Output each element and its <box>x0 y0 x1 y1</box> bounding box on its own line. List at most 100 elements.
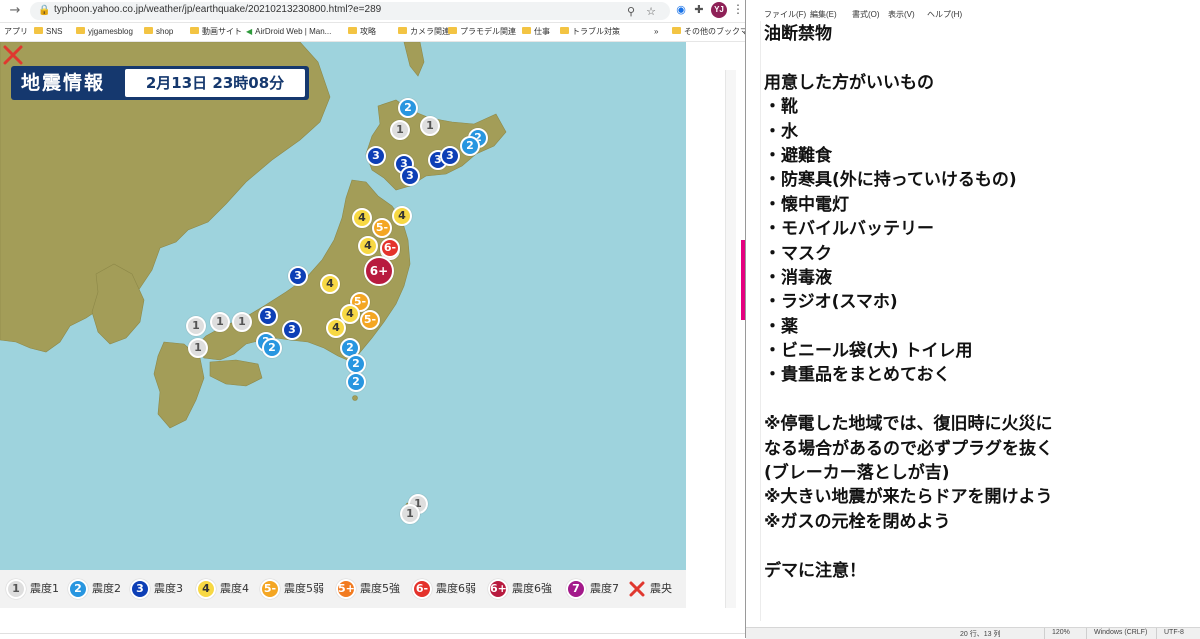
intensity-marker[interactable]: 3 <box>400 166 420 186</box>
bookmark-item[interactable]: プラモデル関連 <box>448 26 516 38</box>
intensity-marker[interactable]: 4 <box>352 208 372 228</box>
folder-icon <box>672 27 681 35</box>
intensity-marker[interactable]: 2 <box>346 372 366 392</box>
bookmark-item[interactable]: トラブル対策 <box>560 26 620 38</box>
intensity-marker[interactable]: 1 <box>186 316 206 336</box>
intensity-marker[interactable]: 4 <box>320 274 340 294</box>
lock-icon[interactable]: 🔒 <box>38 5 50 16</box>
notepad-menu-item[interactable]: 表示(V) <box>888 9 915 20</box>
notepad-titlebar <box>746 0 1200 7</box>
intensity-marker[interactable]: 5- <box>372 218 392 238</box>
notepad-line: ・懐中電灯 <box>764 194 849 215</box>
notepad-left-margin <box>746 21 761 621</box>
shikoku-land <box>209 359 263 387</box>
legend-label: 震度6弱 <box>436 582 476 595</box>
epicenter-legend-icon <box>629 581 645 597</box>
bookmark-item[interactable]: その他のブックマーク <box>672 26 745 38</box>
url-text: typhoon.yahoo.co.jp/weather/jp/earthquak… <box>54 4 382 15</box>
notepad-menu-item[interactable]: ヘルプ(H) <box>927 9 962 20</box>
bookmark-item[interactable]: 仕事 <box>522 26 550 38</box>
bookmark-item[interactable]: ◀ AirDroid Web | Man... <box>246 26 331 38</box>
legend-label: 震度5弱 <box>284 582 324 595</box>
notepad-line: ・靴 <box>764 97 798 118</box>
notepad-text-area[interactable]: 油断禁物 用意した方がいいもの ・靴 ・水 ・避難食 ・防寒具(外に持っていけるもの) ・懐… <box>764 22 1194 583</box>
zoom-icon[interactable]: ⚲ <box>624 5 638 19</box>
intensity-marker[interactable]: 6- <box>380 238 400 258</box>
bookmark-label: カメラ関連 <box>410 27 450 36</box>
intensity-marker[interactable]: 3 <box>282 320 302 340</box>
intensity-marker[interactable]: 2 <box>346 354 366 374</box>
bookmark-item[interactable]: 攻略 <box>348 26 376 38</box>
intensity-marker[interactable]: 5- <box>360 310 380 330</box>
status-separator <box>1086 628 1087 639</box>
notepad-line: ・水 <box>764 121 798 142</box>
menu-icon[interactable]: ⋮ <box>732 2 744 16</box>
more-bookmarks-icon[interactable]: » <box>654 26 658 38</box>
star-icon[interactable]: ☆ <box>644 5 658 19</box>
legend-badge: 2 <box>68 579 88 599</box>
bookmark-item[interactable]: SNS <box>34 26 62 38</box>
bookmark-label: プラモデル関連 <box>460 27 516 36</box>
map-title-date: 2月13日 23時08分 <box>125 69 305 97</box>
folder-icon <box>522 27 531 35</box>
intensity-marker[interactable]: 4 <box>326 318 346 338</box>
bookmark-label: SNS <box>46 27 63 36</box>
intensity-marker[interactable]: 1 <box>420 116 440 136</box>
intensity-marker[interactable]: 1 <box>232 312 252 332</box>
intensity-marker[interactable]: 1 <box>188 338 208 358</box>
page-below-map <box>0 608 745 638</box>
legend-label: 震度6強 <box>512 582 552 595</box>
bookmark-item[interactable]: カメラ関連 <box>398 26 450 38</box>
intensity-marker[interactable]: 4 <box>358 236 378 256</box>
legend-badge: 5- <box>260 579 280 599</box>
bookmark-item[interactable]: shop <box>144 26 173 38</box>
notepad-menu-item[interactable]: 編集(E) <box>810 9 837 20</box>
browser-window: → 🔒 typhoon.yahoo.co.jp/weather/jp/earth… <box>0 0 745 638</box>
notepad-line: ※停電した地域では、復旧時に火災に <box>764 414 1053 435</box>
bookmark-label: 仕事 <box>534 27 550 36</box>
folder-icon <box>348 27 357 35</box>
status-separator <box>1044 628 1045 639</box>
intensity-marker[interactable]: 2 <box>460 136 480 156</box>
legend-label: 震度1 <box>30 582 59 595</box>
notepad-menu-item[interactable]: ファイル(F) <box>764 9 806 20</box>
intensity-marker[interactable]: 2 <box>262 338 282 358</box>
intensity-marker[interactable]: 3 <box>258 306 278 326</box>
izu-island <box>352 395 358 401</box>
intensity-marker[interactable]: 1 <box>390 120 410 140</box>
intensity-marker[interactable]: 1 <box>210 312 230 332</box>
puzzle-icon[interactable]: ✚ <box>692 3 706 17</box>
notepad-line: (ブレーカー落としが吉) <box>764 463 950 484</box>
notepad-window: ファイル(F) 編集(E) 書式(O) 表示(V) ヘルプ(H) 油断禁物 用意した方がい… <box>745 0 1200 639</box>
back-button[interactable]: → <box>6 2 24 20</box>
earthquake-map[interactable]: 地震情報 2月13日 23時08分 2112333332445-45+6-6+3… <box>0 42 686 570</box>
line-ending: Windows (CRLF) <box>1094 629 1148 636</box>
intensity-marker[interactable]: 2 <box>398 98 418 118</box>
legend-label: 震央 <box>650 582 672 595</box>
intensity-marker[interactable]: 3 <box>288 266 308 286</box>
notepad-line: ・防寒具(外に持っていけるもの) <box>764 170 1017 191</box>
bookmarks-bar: アプリ SNS yjgamesblog shop 動画サイト ◀ AirDroid Web … <box>0 23 745 42</box>
folder-icon <box>34 27 43 35</box>
folder-icon <box>448 27 457 35</box>
profile-avatar[interactable]: YJ <box>711 2 727 18</box>
notepad-line: ・モバイルバッテリー <box>764 219 934 240</box>
notepad-line: ・ラジオ(スマホ) <box>764 292 898 313</box>
intensity-marker[interactable]: 3 <box>366 146 386 166</box>
intensity-marker[interactable]: 1 <box>400 504 420 524</box>
bookmark-item[interactable]: yjgamesblog <box>76 26 133 38</box>
extension-icon[interactable]: ◉ <box>674 3 688 17</box>
epicenter-icon[interactable] <box>0 42 26 68</box>
notepad-menubar: ファイル(F) 編集(E) 書式(O) 表示(V) ヘルプ(H) <box>746 7 1200 21</box>
bookmark-item[interactable]: 動画サイト <box>190 26 242 38</box>
address-bar[interactable]: 🔒 typhoon.yahoo.co.jp/weather/jp/earthqu… <box>30 2 670 20</box>
legend-badge: 6- <box>412 579 432 599</box>
intensity-marker[interactable]: 3 <box>440 146 460 166</box>
legend-badge: 4 <box>196 579 216 599</box>
bookmark-item[interactable]: アプリ <box>4 26 28 38</box>
intensity-marker[interactable]: 4 <box>392 206 412 226</box>
scrollbar[interactable] <box>725 70 736 630</box>
notepad-line: ・貴重品をまとめておく <box>764 365 951 386</box>
intensity-marker[interactable]: 6+ <box>364 256 394 286</box>
notepad-menu-item[interactable]: 書式(O) <box>852 9 880 20</box>
